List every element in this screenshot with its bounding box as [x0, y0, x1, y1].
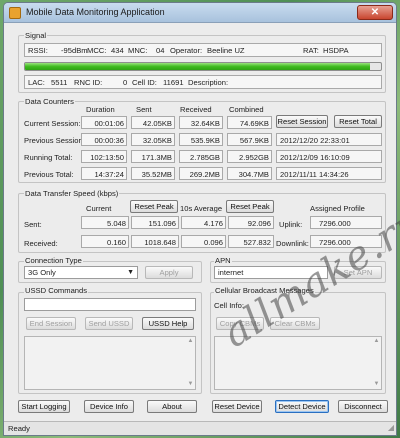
- current-combined: 74.69KB: [239, 119, 269, 128]
- row-label-running-total: Running Total:: [24, 153, 73, 162]
- prevtotal-combined: 304.7MB: [238, 170, 269, 179]
- running-total-date: 2012/12/09 16:10:09: [280, 153, 350, 162]
- scroll-down-icon[interactable]: ▼: [372, 380, 381, 389]
- rat-value: HSDPA: [323, 46, 349, 55]
- rat-label: RAT:: [303, 46, 319, 55]
- app-window: Mobile Data Monitoring Application ✕ Sig…: [3, 2, 397, 436]
- current-received: 32.64KB: [190, 119, 220, 128]
- title-bar[interactable]: Mobile Data Monitoring Application ✕: [4, 3, 396, 23]
- signal-group-label: Signal: [24, 31, 48, 40]
- prevtotal-sent: 35.52MB: [141, 170, 172, 179]
- send-ussd-button[interactable]: Send USSD: [85, 317, 133, 330]
- ussd-group-label: USSD Commands: [24, 286, 89, 295]
- reset-total-button[interactable]: Reset Total: [334, 115, 382, 128]
- rssi-value: -95dBm: [61, 46, 88, 55]
- cellid-value: 11691: [163, 78, 184, 87]
- rnc-value: 0: [123, 78, 128, 87]
- uplink-label: Uplink:: [279, 220, 303, 229]
- reset-device-button[interactable]: Reset Device: [212, 400, 262, 413]
- prev-sent: 32.05KB: [142, 136, 172, 145]
- counters-group-label: Data Counters: [24, 97, 75, 106]
- received-avg-peak: 527.832: [243, 238, 271, 247]
- header-sent: Sent: [136, 105, 152, 114]
- mcc-value: 434: [111, 46, 124, 55]
- received-avg: 0.096: [203, 238, 223, 247]
- disconnect-button[interactable]: Disconnect: [338, 400, 388, 413]
- sent-peak: 151.096: [148, 219, 176, 228]
- scroll-up-icon[interactable]: ▲: [186, 337, 195, 346]
- prevtotal-received: 269.2MB: [189, 170, 220, 179]
- apn-group-label: APN: [214, 256, 232, 265]
- ussd-input[interactable]: [24, 298, 196, 311]
- header-received: Received: [180, 105, 212, 114]
- speed-sent-label: Sent:: [24, 220, 42, 229]
- running-sent: 171.3MB: [141, 153, 172, 162]
- mnc-value: 04: [156, 46, 165, 55]
- sent-avg-peak: 92.096: [247, 219, 271, 228]
- device-info-button[interactable]: Device Info: [84, 400, 134, 413]
- ussd-help-button[interactable]: USSD Help: [142, 317, 194, 330]
- app-icon: [9, 7, 21, 19]
- current-duration: 00:01:06: [94, 119, 124, 128]
- mnc-label: MNC:: [128, 46, 148, 55]
- rnc-label: RNC ID:: [74, 78, 103, 87]
- assigned-profile-header: Assigned Profile: [310, 204, 365, 213]
- connection-type-value: 3G Only: [28, 268, 56, 277]
- downlink-label: Downlink:: [276, 239, 309, 248]
- resize-grip-icon[interactable]: ◢: [388, 423, 394, 432]
- sent-current: 5.048: [106, 219, 126, 228]
- running-received: 2.785GB: [190, 153, 220, 162]
- current-sent: 42.05KB: [142, 119, 172, 128]
- scroll-up-icon[interactable]: ▲: [372, 337, 381, 346]
- status-bar: Ready ◢: [4, 421, 396, 435]
- status-text: Ready: [8, 424, 30, 433]
- ussd-response-area[interactable]: ▲ ▼: [24, 336, 196, 390]
- detect-device-button[interactable]: Detect Device: [275, 400, 329, 413]
- header-duration: Duration: [86, 105, 115, 114]
- prev-combined: 567.9KB: [239, 136, 269, 145]
- uplink-value: 7296.000: [319, 219, 351, 228]
- about-button[interactable]: About: [147, 400, 197, 413]
- rssi-label: RSSI:: [28, 46, 48, 55]
- reset-peak-button[interactable]: Reset Peak: [130, 200, 178, 213]
- prev-session-date: 2012/12/20 22:33:01: [280, 136, 350, 145]
- speed-current-header: Current: [86, 204, 112, 213]
- connection-group-label: Connection Type: [24, 256, 83, 265]
- received-current: 0.160: [106, 238, 126, 247]
- start-logging-button[interactable]: Start Logging: [18, 400, 70, 413]
- scroll-down-icon[interactable]: ▼: [186, 380, 195, 389]
- prevtotal-duration: 14:37:24: [94, 170, 124, 179]
- reset-average-peak-button[interactable]: Reset Peak: [226, 200, 274, 213]
- description-label: Description:: [188, 78, 229, 87]
- cellid-label: Cell ID:: [132, 78, 157, 87]
- prev-received: 535.9KB: [190, 136, 220, 145]
- operator-label: Operator:: [170, 46, 203, 55]
- previous-total-date: 2012/11/11 14:34:26: [280, 170, 349, 179]
- apply-button[interactable]: Apply: [145, 266, 193, 279]
- header-combined: Combined: [229, 105, 264, 114]
- chevron-down-icon: ▼: [127, 269, 134, 276]
- mcc-label: MCC:: [87, 46, 107, 55]
- signal-strength-bar: [24, 62, 382, 71]
- running-duration: 102:13:50: [90, 153, 124, 162]
- prev-duration: 00:00:36: [94, 136, 124, 145]
- lac-label: LAC:: [28, 78, 45, 87]
- operator-value: Beeline UZ: [207, 46, 245, 55]
- window-title: Mobile Data Monitoring Application: [26, 7, 165, 17]
- speed-group-label: Data Transfer Speed (kbps): [24, 189, 120, 198]
- end-session-button[interactable]: End Session: [26, 317, 76, 330]
- row-label-previous-session: Previous Session:: [24, 136, 85, 145]
- received-peak: 1018.648: [144, 238, 176, 247]
- speed-received-label: Received:: [24, 239, 58, 248]
- reset-session-button[interactable]: Reset Session: [276, 115, 328, 128]
- running-combined: 2.952GB: [239, 153, 269, 162]
- signal-strength-fill: [25, 63, 371, 70]
- close-button[interactable]: ✕: [357, 5, 393, 20]
- connection-type-select[interactable]: 3G Only ▼: [24, 266, 138, 279]
- lac-value: 5511: [51, 78, 68, 87]
- sent-avg: 4.176: [203, 219, 223, 228]
- speed-average-header: 10s Average: [180, 204, 223, 213]
- row-label-current-session: Current Session:: [24, 119, 81, 128]
- row-label-previous-total: Previous Total:: [24, 170, 74, 179]
